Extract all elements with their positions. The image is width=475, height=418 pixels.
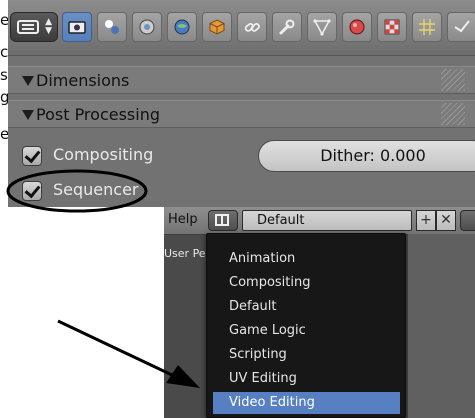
- tab-particles[interactable]: [412, 12, 442, 42]
- menu-item-uv-editing[interactable]: UV Editing: [213, 368, 400, 390]
- pointer-arrow-line: [57, 319, 173, 377]
- panel-post-processing-header[interactable]: Post Processing: [8, 100, 475, 128]
- tab-material[interactable]: [342, 12, 372, 42]
- mesh-triangle-icon: [313, 19, 331, 36]
- cut-text-line: s: [0, 66, 8, 84]
- cut-text-line: e: [0, 125, 8, 143]
- sequencer-option[interactable]: Sequencer: [8, 175, 475, 207]
- chain-link-icon: [244, 23, 260, 32]
- tab-scene[interactable]: [132, 12, 162, 42]
- add-screen-button[interactable]: +: [416, 210, 436, 231]
- properties-editor-icon: [17, 20, 39, 34]
- side-panel: [408, 234, 475, 418]
- cube-icon: [209, 19, 225, 35]
- menu-item-video-editing[interactable]: Video Editing: [213, 392, 400, 414]
- world-icon: [174, 19, 190, 35]
- menu-item-animation[interactable]: Animation: [213, 248, 400, 270]
- tab-physics[interactable]: [447, 12, 475, 42]
- cut-text-line: g: [0, 88, 8, 106]
- menu-item-compositing[interactable]: Compositing: [213, 272, 400, 294]
- particles-icon: [419, 19, 435, 35]
- screen-layout-button[interactable]: [208, 210, 238, 231]
- chevron-updown-icon: ▲ ▼: [45, 17, 52, 36]
- screen-layout-icon: [215, 214, 229, 226]
- drag-grip-icon[interactable]: [441, 69, 465, 91]
- screen-layout-menu: Animation Compositing Default Game Logic…: [206, 233, 406, 418]
- sequencer-label: Sequencer: [53, 180, 139, 199]
- collapse-triangle-icon: [22, 110, 34, 120]
- sequencer-checkbox[interactable]: [22, 181, 42, 201]
- tab-world[interactable]: [167, 12, 197, 42]
- tab-constraints[interactable]: [237, 12, 267, 42]
- cut-off-text: e: [0, 10, 8, 30]
- menu-item-game-logic[interactable]: Game Logic: [213, 320, 400, 342]
- editor-type-button[interactable]: ▲ ▼: [10, 12, 58, 42]
- collapse-triangle-icon: [22, 76, 34, 86]
- cut-text-line: c: [0, 43, 8, 61]
- drag-grip-icon[interactable]: [441, 103, 465, 125]
- panel-title: Post Processing: [36, 105, 160, 124]
- material-sphere-icon: [349, 19, 365, 35]
- info-header: Help Default + ✕: [164, 207, 475, 235]
- scene-selector-icon[interactable]: [460, 210, 475, 231]
- menu-item-default[interactable]: Default: [213, 296, 400, 318]
- properties-header: ▲ ▼: [8, 0, 475, 56]
- physics-icon: [454, 20, 470, 33]
- cut-off-text: s: [0, 65, 8, 85]
- compositing-label: Compositing: [53, 145, 154, 164]
- tab-data[interactable]: [307, 12, 337, 42]
- menu-item-scripting[interactable]: Scripting: [213, 344, 400, 366]
- dither-field[interactable]: Dither: 0.000: [258, 140, 475, 172]
- tab-modifiers[interactable]: [272, 12, 302, 42]
- properties-editor: ▲ ▼ Dimensions Post Processing Compositi…: [8, 0, 475, 207]
- cut-off-text: g: [0, 87, 8, 107]
- cut-off-text: e: [0, 124, 8, 144]
- info-editor-area: Help Default + ✕ User Persp Animation Co…: [164, 207, 475, 418]
- menu-help[interactable]: Help: [168, 212, 198, 227]
- checker-texture-icon: [384, 19, 400, 35]
- panel-title: Dimensions: [36, 71, 130, 90]
- cut-off-text: c: [0, 42, 8, 62]
- scene-icon: [139, 19, 155, 35]
- cut-text-line: e: [0, 11, 8, 29]
- tab-render-layers[interactable]: [97, 12, 127, 42]
- screen-layout-field[interactable]: Default: [242, 210, 412, 231]
- remove-screen-button[interactable]: ✕: [436, 210, 456, 231]
- tab-object[interactable]: [202, 12, 232, 42]
- tab-render[interactable]: [62, 12, 92, 42]
- wrench-icon: [279, 19, 295, 35]
- render-layers-icon: [105, 20, 119, 34]
- compositing-checkbox[interactable]: [22, 146, 42, 166]
- tab-texture[interactable]: [377, 12, 407, 42]
- camera-icon: [68, 21, 86, 34]
- panel-dimensions-header[interactable]: Dimensions: [8, 66, 475, 94]
